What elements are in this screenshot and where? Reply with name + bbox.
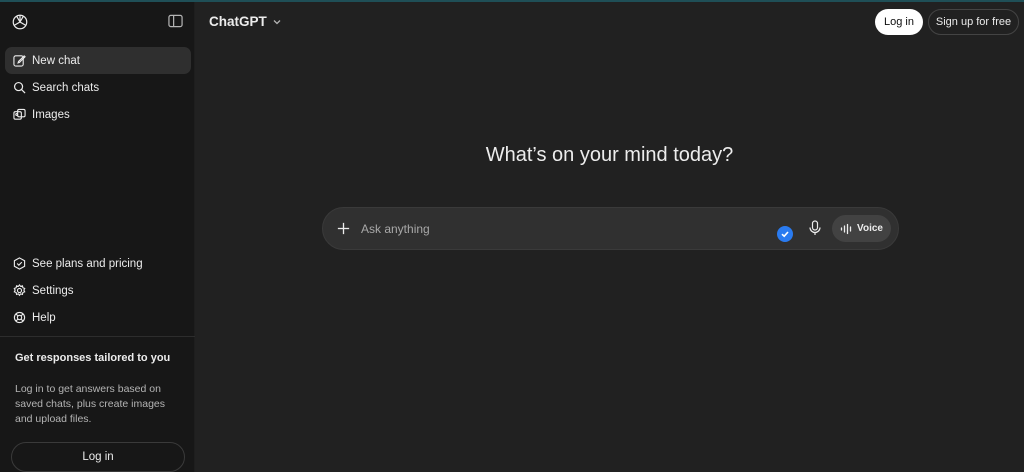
sidebar-item-label: Search chats xyxy=(32,81,100,94)
model-selector[interactable]: ChatGPT xyxy=(209,14,282,29)
model-name: ChatGPT xyxy=(209,14,267,29)
plans-icon xyxy=(13,257,26,270)
page-title: What’s on your mind today? xyxy=(485,144,734,166)
sidebar-item-images[interactable]: Images xyxy=(5,101,191,128)
sidebar-item-label: New chat xyxy=(32,54,80,67)
sidebar-bottom-nav: See plans and pricing Settings Help xyxy=(5,250,191,331)
check-badge-icon[interactable] xyxy=(777,226,793,242)
promo-title: Get responses tailored to you xyxy=(15,352,171,364)
sidebar-item-label: See plans and pricing xyxy=(32,257,143,270)
sidebar-item-help[interactable]: Help xyxy=(5,304,191,331)
help-icon xyxy=(13,311,26,324)
waveform-icon xyxy=(840,223,852,234)
sidebar-nav: New chat Search chats Images xyxy=(5,47,191,128)
chat-input[interactable] xyxy=(361,219,761,239)
plus-icon[interactable] xyxy=(336,221,351,236)
voice-label: Voice xyxy=(857,223,883,234)
main-area: ChatGPT Log in Sign up for free What’s o… xyxy=(195,2,1024,472)
chat-composer: Voice xyxy=(322,207,899,250)
signup-button[interactable]: Sign up for free xyxy=(928,9,1019,35)
microphone-icon[interactable] xyxy=(808,220,822,236)
promo-text: Log in to get answers based on saved cha… xyxy=(15,383,165,425)
sidebar-item-label: Images xyxy=(32,108,70,121)
sidebar-login-button[interactable]: Log in xyxy=(11,442,185,472)
sidebar-item-plans[interactable]: See plans and pricing xyxy=(5,250,191,277)
login-promo: Get responses tailored to you Log in to … xyxy=(15,352,185,427)
sidebar-item-settings[interactable]: Settings xyxy=(5,277,191,304)
gear-icon xyxy=(13,284,26,297)
sidebar-divider xyxy=(0,336,195,337)
sidebar-header xyxy=(0,2,194,42)
app-window: New chat Search chats Images See plans a… xyxy=(0,2,1024,472)
sidebar-item-label: Settings xyxy=(32,284,74,297)
sidebar-item-new-chat[interactable]: New chat xyxy=(5,47,191,74)
sidebar-toggle-icon[interactable] xyxy=(168,14,183,28)
login-button[interactable]: Log in xyxy=(875,9,923,35)
openai-logo-icon[interactable] xyxy=(11,13,29,31)
images-icon xyxy=(13,108,26,120)
search-icon xyxy=(13,81,26,94)
voice-button[interactable]: Voice xyxy=(832,215,891,242)
chevron-down-icon xyxy=(273,19,281,24)
edit-icon xyxy=(13,55,26,67)
sidebar-item-label: Help xyxy=(32,311,56,324)
sidebar-item-search-chats[interactable]: Search chats xyxy=(5,74,191,101)
sidebar: New chat Search chats Images See plans a… xyxy=(0,2,195,472)
